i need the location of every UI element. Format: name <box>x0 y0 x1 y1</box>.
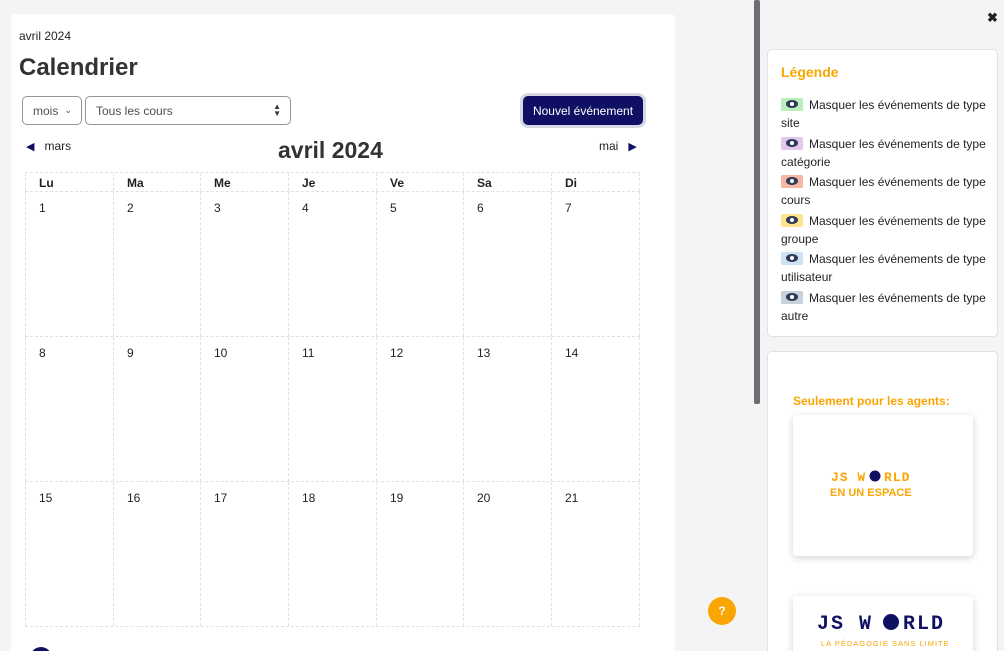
close-icon[interactable]: ✖ <box>987 10 998 26</box>
page-title: Calendrier <box>19 54 138 81</box>
legend-item-site[interactable]: Masquer les événements de type site <box>781 96 986 132</box>
next-month-label: mai <box>599 139 619 153</box>
day-cell[interactable]: 14 <box>551 337 640 481</box>
js-world-pedagogie-logo: JS W RLD LA PÉDAGOGIE SANS LIMITE <box>817 613 950 648</box>
caret-right-icon: ▶ <box>628 140 637 153</box>
day-cell[interactable]: 9 <box>113 337 200 481</box>
legend-item-group[interactable]: Masquer les événements de type groupe <box>781 212 986 248</box>
weekday-label: Lu <box>25 173 113 191</box>
legend-item-label: Masquer les événements de type site <box>781 98 986 130</box>
weekday-label: Ve <box>376 173 463 191</box>
breadcrumb[interactable]: avril 2024 <box>19 29 71 43</box>
agents-title: Seulement pour les agents: <box>793 394 950 408</box>
day-cell[interactable]: 12 <box>376 337 463 481</box>
weekday-label: Me <box>200 173 288 191</box>
caret-left-icon: ◀ <box>26 140 35 153</box>
help-button[interactable]: ? <box>708 597 736 625</box>
updown-icon: ▲ ▼ <box>273 102 281 118</box>
page-scrollbar[interactable] <box>754 0 760 404</box>
legend-item-course[interactable]: Masquer les événements de type cours <box>781 173 986 209</box>
legend-item-label: Masquer les événements de type groupe <box>781 213 986 246</box>
globe-icon <box>869 470 881 482</box>
day-cell[interactable]: 10 <box>200 337 288 481</box>
day-cell[interactable]: 16 <box>113 482 200 626</box>
calendar-week: 15 16 17 18 19 20 21 <box>25 482 640 627</box>
current-month-title: avril 2024 <box>278 137 383 163</box>
chevron-down-icon: ⌄ <box>64 105 72 115</box>
legend-item-label: Masquer les événements de type autre <box>781 290 986 323</box>
legend-list: Masquer les événements de type site Masq… <box>781 96 986 327</box>
weekday-header: Lu Ma Me Je Ve Sa Di <box>25 172 640 192</box>
eye-icon[interactable] <box>781 175 803 188</box>
day-cell[interactable]: 7 <box>551 192 640 336</box>
eye-icon[interactable] <box>781 213 803 227</box>
logo2-text-a: JS W <box>817 613 873 636</box>
weekday-label: Ma <box>113 173 200 191</box>
logo2-text-b: RLD <box>903 613 945 636</box>
day-cell[interactable]: 19 <box>376 482 463 626</box>
agents-block: Seulement pour les agents: JS W RLD EN U… <box>767 351 998 651</box>
legend-item-label: Masquer les événements de type catégorie <box>781 136 986 169</box>
weekday-label: Je <box>288 173 376 191</box>
js-world-pedagogie-logo-link[interactable]: JS W RLD LA PÉDAGOGIE SANS LIMITE <box>793 596 973 651</box>
calendar-grid: Lu Ma Me Je Ve Sa Di 1 2 3 4 5 6 7 8 9 1… <box>25 172 640 627</box>
weekday-label: Sa <box>463 173 551 191</box>
day-cell[interactable]: 20 <box>463 482 551 626</box>
day-cell[interactable]: 15 <box>25 482 113 626</box>
day-cell[interactable]: 2 <box>113 192 200 336</box>
day-cell[interactable]: 8 <box>25 337 113 481</box>
calendar-week: 1 2 3 4 5 6 7 <box>25 192 640 337</box>
prev-month-label: mars <box>44 139 72 153</box>
view-select-value: mois <box>33 103 59 118</box>
day-cell[interactable]: 17 <box>200 482 288 626</box>
js-world-logo: JS W RLD EN UN ESPACE <box>830 470 912 499</box>
legend-title: Légende <box>781 64 839 80</box>
day-cell[interactable]: 1 <box>25 192 113 336</box>
day-cell[interactable]: 13 <box>463 337 551 481</box>
new-event-button[interactable]: Nouvel événement <box>523 96 643 125</box>
day-cell[interactable]: 11 <box>288 337 376 481</box>
legend-item-user[interactable]: Masquer les événements de type utilisate… <box>781 250 986 286</box>
logo-text-a: JS W <box>831 470 866 485</box>
day-cell[interactable]: 5 <box>376 192 463 336</box>
logo-text-b: RLD <box>884 470 910 485</box>
globe-icon <box>883 614 899 630</box>
day-cell[interactable]: 18 <box>288 482 376 626</box>
course-select[interactable]: Tous les cours ▲ ▼ <box>85 96 291 125</box>
day-cell[interactable]: 3 <box>200 192 288 336</box>
legend-item-label: Masquer les événements de type utilisate… <box>781 252 986 284</box>
legend-item-label: Masquer les événements de type cours <box>781 175 986 207</box>
day-cell[interactable]: 6 <box>463 192 551 336</box>
legend-item-other[interactable]: Masquer les événements de type autre <box>781 289 986 325</box>
next-month-link[interactable]: mai ▶ <box>599 139 637 153</box>
eye-icon[interactable] <box>781 136 803 150</box>
eye-icon[interactable] <box>781 98 803 111</box>
day-cell[interactable]: 4 <box>288 192 376 336</box>
legend-item-category[interactable]: Masquer les événements de type catégorie <box>781 135 986 171</box>
prev-month-link[interactable]: ◀ mars <box>26 139 71 153</box>
eye-icon[interactable] <box>781 290 803 304</box>
course-select-value: Tous les cours <box>96 103 173 118</box>
day-cell[interactable]: 21 <box>551 482 640 626</box>
weekday-label: Di <box>551 173 640 191</box>
eye-icon[interactable] <box>781 252 803 265</box>
legend-block: Légende Masquer les événements de type s… <box>767 49 998 337</box>
js-world-logo-link[interactable]: JS W RLD EN UN ESPACE <box>793 415 973 556</box>
logo2-tagline: LA PÉDAGOGIE SANS LIMITE <box>821 639 950 648</box>
logo-tagline: EN UN ESPACE <box>830 487 912 499</box>
view-select[interactable]: mois ⌄ <box>22 96 82 125</box>
calendar-week: 8 9 10 11 12 13 14 <box>25 337 640 482</box>
